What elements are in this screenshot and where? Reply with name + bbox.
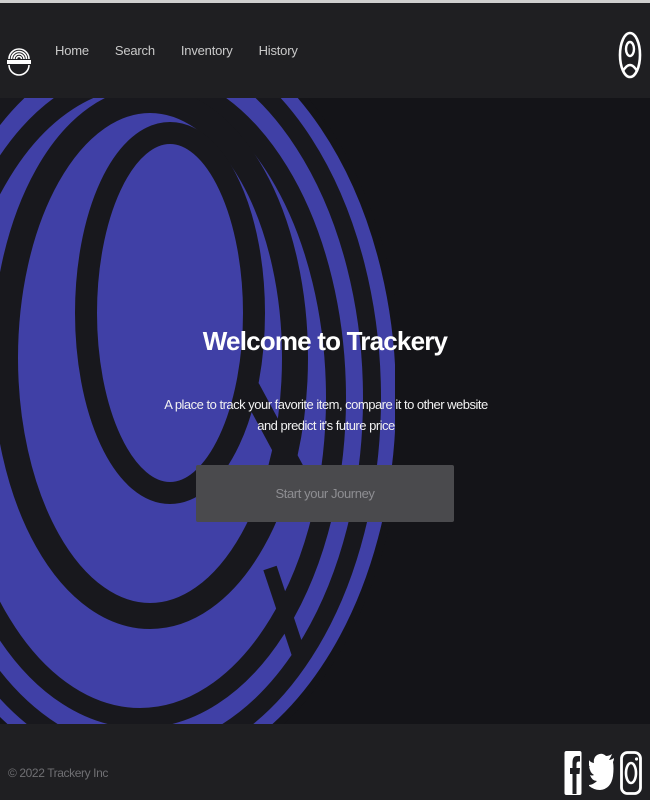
top-navigation-bar: Home Search Inventory History: [0, 0, 650, 98]
facebook-icon[interactable]: [564, 750, 582, 796]
instagram-icon[interactable]: [620, 750, 642, 796]
trackery-logo-icon[interactable]: [6, 23, 32, 79]
nav-history-link[interactable]: History: [259, 43, 298, 58]
nav-home-link[interactable]: Home: [55, 43, 89, 58]
nav-search-link[interactable]: Search: [115, 43, 155, 58]
hero-section: Welcome to Trackery A place to track you…: [0, 98, 650, 724]
start-journey-button[interactable]: Start your Journey: [196, 465, 454, 522]
user-circle-icon[interactable]: [618, 29, 642, 81]
copyright-text: © 2022 Trackery Inc: [8, 766, 108, 780]
main-nav: Home Search Inventory History: [55, 43, 324, 58]
footer: © 2022 Trackery Inc: [0, 724, 650, 800]
hero-content: Welcome to Trackery A place to track you…: [0, 98, 650, 724]
twitter-icon[interactable]: [589, 750, 615, 796]
nav-inventory-link[interactable]: Inventory: [181, 43, 233, 58]
hero-subtitle: A place to track your favorite item, com…: [164, 397, 488, 433]
hero-title: Welcome to Trackery: [202, 326, 448, 356]
